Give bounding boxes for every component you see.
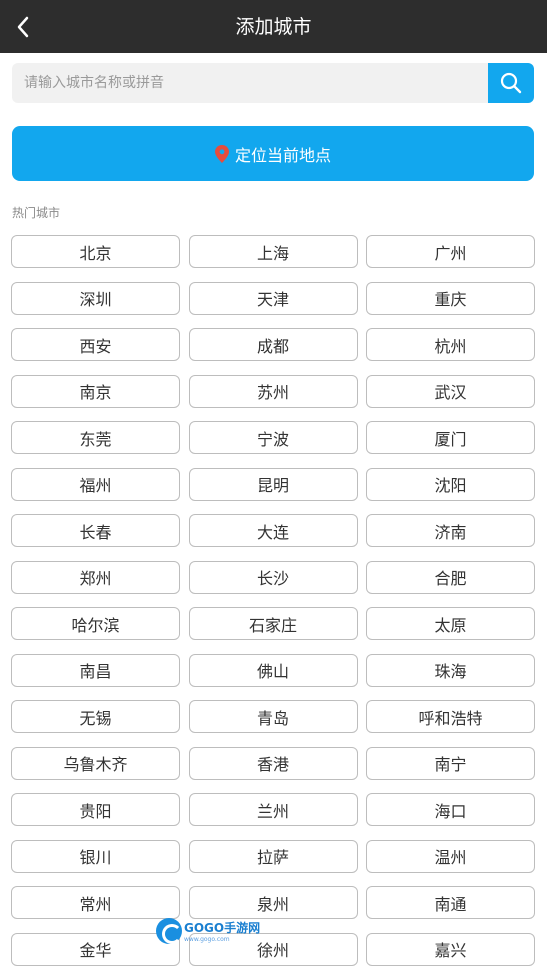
city-button[interactable]: 合肥 [366, 560, 535, 594]
city-button[interactable]: 贵阳 [11, 793, 180, 826]
city-button[interactable]: 常州 [11, 886, 180, 919]
city-button[interactable]: 深圳 [11, 281, 180, 315]
city-button[interactable]: 杭州 [366, 328, 535, 361]
city-button[interactable]: 大连 [188, 514, 358, 547]
city-button[interactable]: 北京 [11, 235, 180, 268]
watermark-text-group: GOGO手游网 www.gogo.com [184, 919, 260, 943]
city-button[interactable]: 香港 [188, 746, 358, 780]
city-button[interactable]: 福州 [11, 467, 180, 501]
city-button[interactable]: 武汉 [366, 374, 535, 408]
locate-label: 定位当前地点 [234, 145, 331, 165]
watermark-text: GOGO手游网 [184, 921, 261, 935]
city-button[interactable]: 沈阳 [366, 467, 535, 501]
watermark: GOGO手游网 www.gogo.com [156, 917, 266, 945]
city-button[interactable]: 南昌 [11, 653, 180, 687]
city-button[interactable]: 呼和浩特 [366, 700, 535, 733]
city-button[interactable]: 广州 [366, 235, 535, 268]
city-button[interactable]: 温州 [366, 839, 535, 873]
city-button[interactable]: 重庆 [366, 281, 535, 315]
city-button[interactable]: 宁波 [188, 421, 358, 454]
city-button[interactable]: 乌鲁木齐 [11, 746, 180, 780]
location-pin-icon [214, 144, 229, 163]
locate-current-button[interactable]: 定位当前地点 [12, 126, 534, 181]
city-button[interactable]: 拉萨 [188, 839, 358, 873]
search-icon [500, 72, 522, 94]
city-button[interactable]: 石家庄 [188, 607, 358, 640]
city-button[interactable]: 无锡 [11, 700, 180, 733]
city-button[interactable]: 成都 [188, 328, 358, 361]
city-button[interactable]: 太原 [366, 607, 535, 640]
search-button[interactable] [488, 63, 534, 103]
city-button[interactable]: 海口 [366, 793, 535, 826]
city-button[interactable]: 兰州 [188, 793, 358, 826]
city-button[interactable]: 郑州 [11, 560, 180, 594]
top-bar: 添加城市 [0, 0, 547, 53]
city-button[interactable]: 珠海 [366, 653, 535, 687]
city-button[interactable]: 长春 [11, 514, 180, 547]
city-button[interactable]: 佛山 [188, 653, 358, 687]
hot-cities-label: 热门城市 [12, 206, 61, 220]
city-button[interactable]: 东莞 [11, 421, 180, 454]
city-button[interactable]: 长沙 [188, 560, 358, 594]
city-button[interactable]: 南宁 [366, 746, 535, 780]
city-button[interactable]: 泉州 [188, 886, 358, 919]
city-button[interactable]: 青岛 [188, 700, 358, 733]
city-button[interactable]: 金华 [11, 932, 180, 966]
watermark-sub: www.gogo.com [184, 936, 230, 943]
watermark-logo-icon [156, 918, 182, 944]
city-button[interactable]: 嘉兴 [366, 932, 535, 966]
city-button[interactable]: 南通 [366, 886, 535, 919]
search-input[interactable] [12, 63, 488, 103]
city-button[interactable]: 昆明 [188, 467, 358, 501]
back-button[interactable] [8, 10, 38, 44]
chevron-left-icon [17, 16, 29, 38]
city-button[interactable]: 西安 [11, 328, 180, 361]
city-button[interactable]: 济南 [366, 514, 535, 547]
city-button[interactable]: 银川 [11, 839, 180, 873]
city-button[interactable]: 厦门 [366, 421, 535, 454]
city-button[interactable]: 苏州 [188, 374, 358, 408]
page-title: 添加城市 [235, 16, 312, 38]
hot-cities-grid: 北京 上海 广州深圳 天津 重庆西安 成都 杭州南京 苏州 武汉东莞 宁波 厦门福州 昆明 沈阳长春 大连… [11, 235, 535, 966]
city-button[interactable]: 南京 [11, 374, 180, 408]
city-button[interactable]: 天津 [188, 281, 358, 315]
city-button[interactable]: 哈尔滨 [11, 607, 180, 640]
search-bar [12, 63, 534, 103]
city-button[interactable]: 上海 [188, 235, 358, 268]
